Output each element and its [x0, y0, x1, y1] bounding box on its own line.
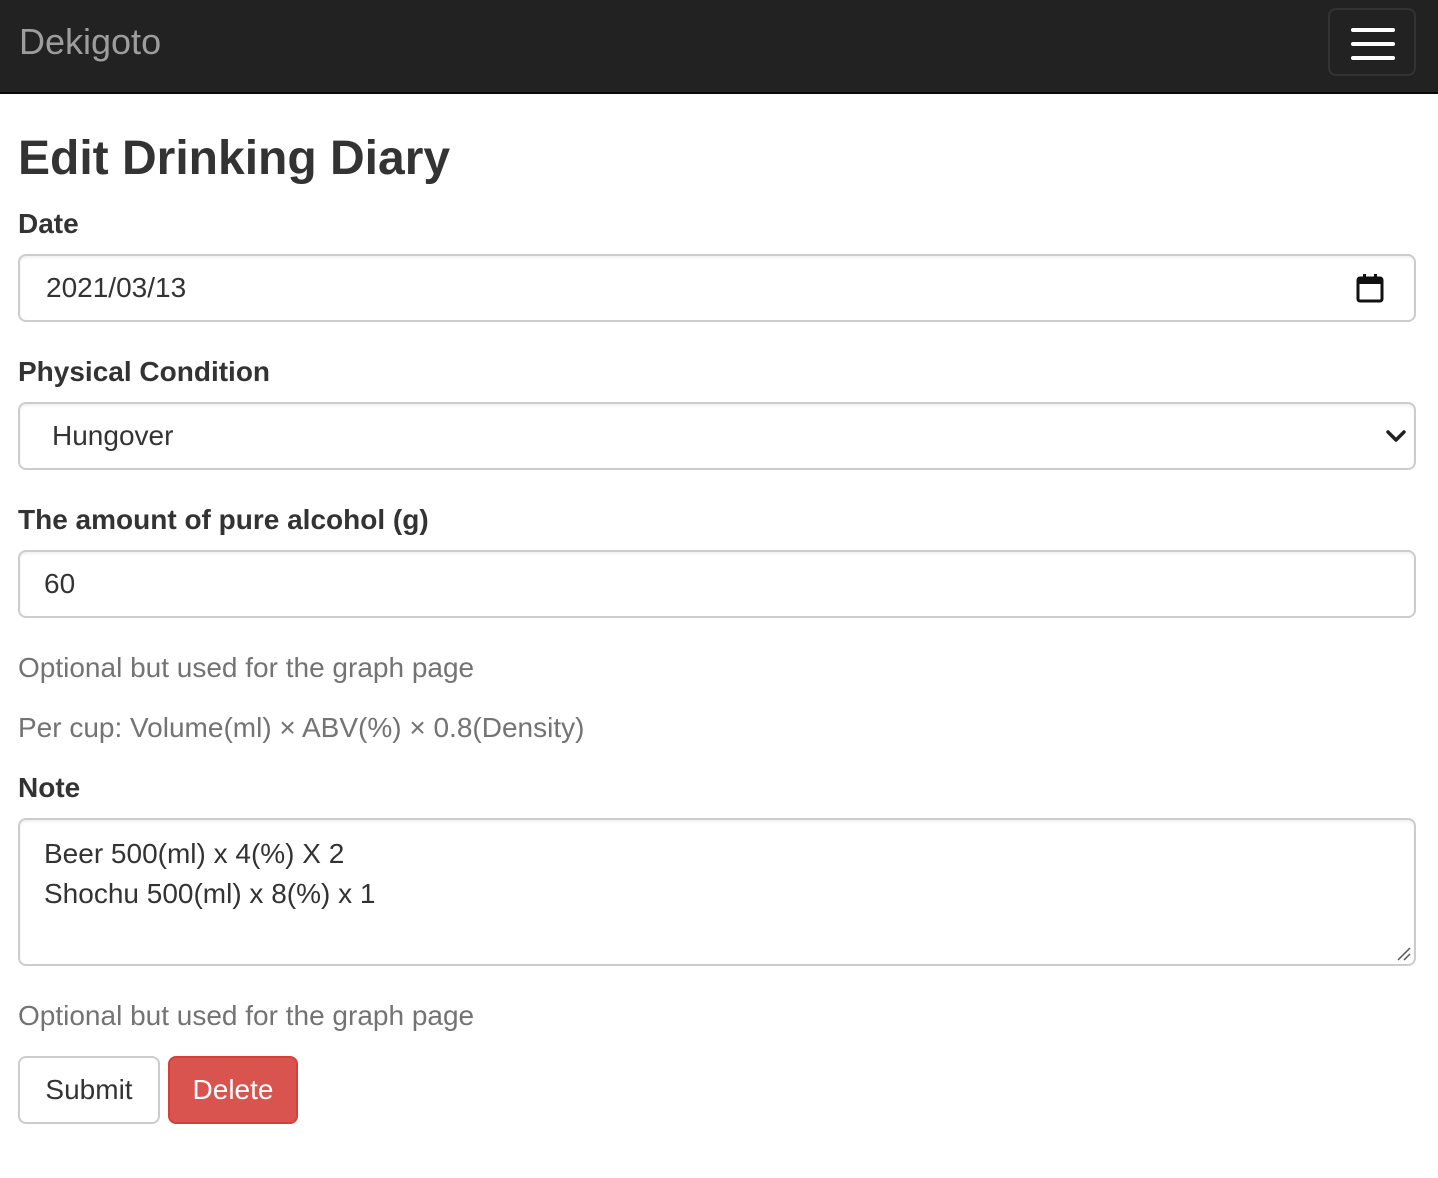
date-input[interactable]: 2021/03/13 [18, 254, 1416, 322]
alcohol-formula-text: Per cup: Volume(ml) × ABV(%) × 0.8(Densi… [18, 712, 585, 743]
chevron-down-icon [1386, 430, 1406, 442]
alcohol-input[interactable]: 60 [18, 550, 1416, 618]
note-textarea[interactable]: Beer 500(ml) x 4(%) X 2 Shochu 500(ml) x… [18, 818, 1416, 966]
delete-button[interactable]: Delete [168, 1056, 298, 1124]
condition-label: Physical Condition [18, 356, 271, 387]
note-line: Shochu 500(ml) x 8(%) x 1 [44, 878, 376, 909]
calendar-icon[interactable] [1356, 273, 1384, 303]
note-help-text: Optional but used for the graph page [18, 1000, 475, 1031]
note-line: Beer 500(ml) x 4(%) X 2 [44, 838, 345, 869]
alcohol-help-text: Optional but used for the graph page [18, 652, 475, 683]
navbar: Dekigoto [0, 0, 1438, 94]
hamburger-menu-icon [1351, 28, 1395, 32]
resize-handle-icon[interactable] [1394, 944, 1412, 962]
date-value: 2021/03/13 [46, 272, 187, 303]
alcohol-label: The amount of pure alcohol (g) [18, 504, 429, 535]
submit-button[interactable]: Submit [18, 1056, 160, 1124]
note-label: Note [18, 772, 81, 803]
date-label: Date [18, 208, 79, 239]
brand-link[interactable]: Dekigoto [19, 20, 161, 64]
condition-selected-value: Hungover [52, 420, 174, 451]
menu-toggle-button[interactable] [1328, 8, 1416, 76]
condition-select[interactable]: Hungover [18, 402, 1416, 470]
hamburger-menu-icon-bar [1351, 56, 1395, 60]
hamburger-menu-icon-bar [1351, 42, 1395, 46]
page-title: Edit Drinking Diary [18, 132, 451, 185]
alcohol-value: 60 [44, 568, 76, 599]
